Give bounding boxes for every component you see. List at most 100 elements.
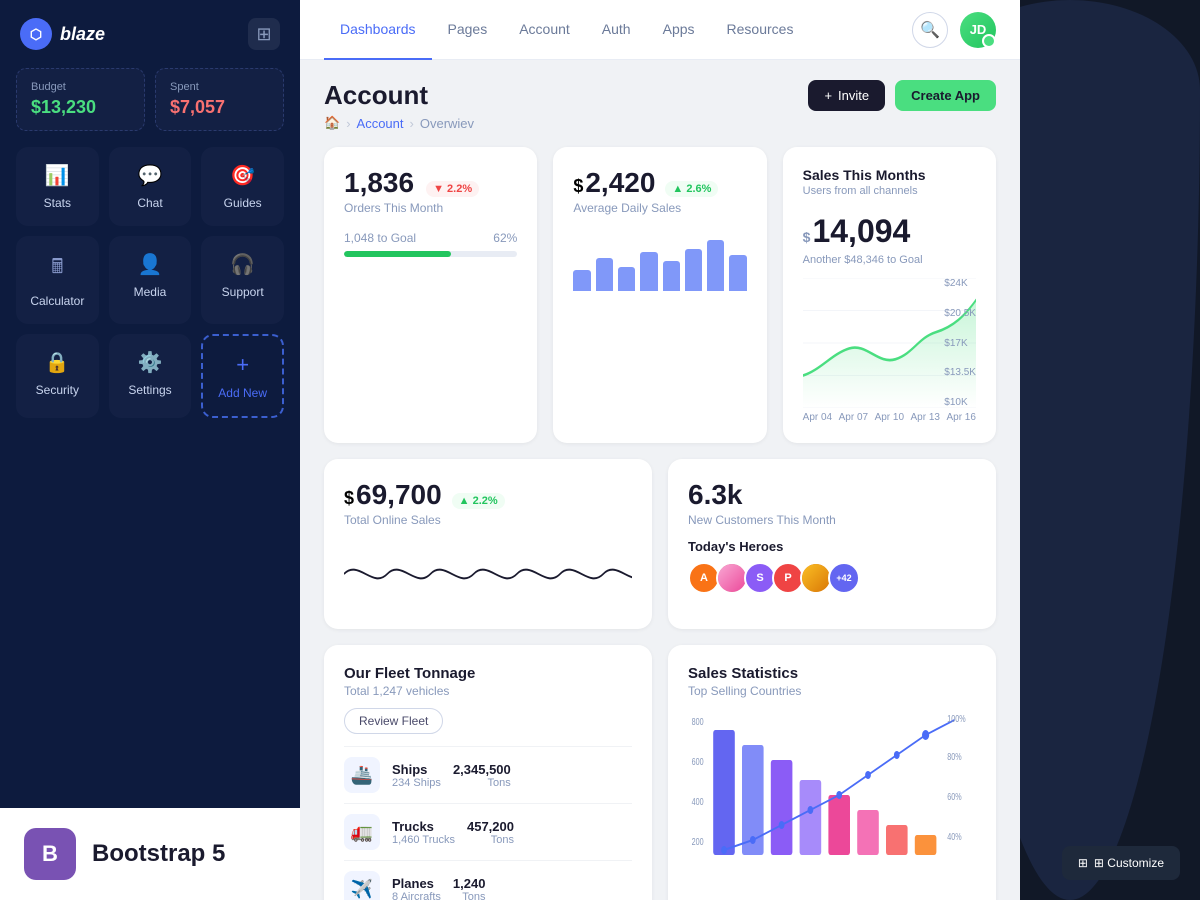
sidebar-item-label: Calculator	[30, 294, 84, 308]
breadcrumb-account[interactable]: Account	[357, 116, 404, 131]
page-actions: + Invite Create App	[808, 80, 996, 111]
hero-avatar-more: +42	[828, 562, 860, 594]
spent-label: Spent	[170, 81, 269, 93]
svg-text:200: 200	[692, 836, 704, 847]
customers-card: 6.3k New Customers This Month Today's He…	[668, 459, 996, 629]
sidebar-item-settings[interactable]: ⚙️ Settings	[109, 334, 192, 418]
user-avatar[interactable]: JD	[960, 12, 996, 48]
tab-pages[interactable]: Pages	[432, 0, 504, 60]
calculator-icon: 🖩	[51, 252, 63, 286]
bar-1	[573, 270, 590, 291]
trucks-icon: 🚛	[344, 814, 380, 850]
sales-stats-title: Sales Statistics	[688, 665, 976, 682]
panel-curve	[1020, 0, 1200, 900]
heroes-section: Today's Heroes A S P +42	[688, 539, 976, 594]
fleet-table: 🚢 Ships 234 Ships 2,345,500 Tons 🚛	[344, 746, 632, 900]
bar-8	[729, 255, 746, 291]
bar-7	[707, 240, 724, 291]
sidebar-item-label: Support	[222, 285, 264, 299]
sidebar-item-stats[interactable]: 📊 Stats	[16, 147, 99, 226]
orders-progress-bar	[344, 251, 517, 257]
sidebar-item-chat[interactable]: 💬 Chat	[109, 147, 192, 226]
sidebar-item-label: Chat	[137, 196, 162, 210]
invite-button[interactable]: + Invite	[808, 80, 885, 111]
tab-auth[interactable]: Auth	[586, 0, 647, 60]
tab-resources[interactable]: Resources	[711, 0, 810, 60]
fleet-title: Our Fleet Tonnage	[344, 665, 632, 682]
tab-dashboards[interactable]: Dashboards	[324, 0, 432, 60]
sales-stats-card: Sales Statistics Top Selling Countries 8…	[668, 645, 996, 900]
sales-month-value: 14,094	[812, 213, 910, 250]
sales-line-chart: $24K $20.5K $17K $13.5K $10K	[803, 278, 976, 408]
bar-6	[685, 249, 702, 291]
invite-label: Invite	[838, 88, 869, 103]
bar-5	[663, 261, 680, 291]
sidebar-item-media[interactable]: 👤 Media	[109, 236, 192, 324]
tab-account[interactable]: Account	[503, 0, 586, 60]
sales-stats-subtitle: Top Selling Countries	[688, 684, 976, 698]
fleet-name-trucks: Trucks 1,460 Trucks	[392, 819, 455, 846]
budget-card: Budget $13,230	[16, 68, 145, 131]
heroes-title: Today's Heroes	[688, 539, 976, 554]
page-content: Account 🏠 › Account › Overwiev + Invite …	[300, 60, 1020, 900]
planes-icon: ✈️	[344, 871, 380, 900]
search-button[interactable]: 🔍	[912, 12, 948, 48]
page-header-left: Account 🏠 › Account › Overwiev	[324, 80, 474, 131]
x-label-4: Apr 13	[911, 412, 940, 423]
svg-text:400: 400	[692, 796, 704, 807]
daily-sales-card: $ 2,420 ▲ 2.6% Average Daily Sales	[553, 147, 766, 443]
customers-value: 6.3k	[688, 479, 976, 511]
sidebar-item-guides[interactable]: 🎯 Guides	[201, 147, 284, 226]
bottom-row: Our Fleet Tonnage Total 1,247 vehicles R…	[324, 645, 996, 900]
bar-3	[618, 267, 635, 291]
sales-month-title: Sales This Months	[803, 167, 976, 183]
header-menu-icon[interactable]: ⊞	[248, 18, 280, 50]
total-sales-label: Total Online Sales	[344, 513, 632, 527]
sales-dollar: $	[803, 229, 811, 245]
breadcrumb: 🏠 › Account › Overwiev	[324, 115, 474, 131]
sales-month-sub: Users from all channels	[803, 185, 976, 197]
bar-2	[596, 258, 613, 291]
orders-label: Orders This Month	[344, 201, 517, 215]
fleet-row-ships: 🚢 Ships 234 Ships 2,345,500 Tons	[344, 746, 632, 803]
orders-card: 1,836 ▼ 2.2% Orders This Month 1,048 to …	[324, 147, 537, 443]
create-app-button[interactable]: Create App	[895, 80, 996, 111]
second-row: $ 69,700 ▲ 2.2% Total Online Sales 6.3k …	[324, 459, 996, 629]
sidebar-item-label: Add New	[218, 386, 267, 400]
guides-icon: 🎯	[230, 163, 255, 188]
orders-badge: ▼ 2.2%	[426, 181, 479, 197]
customize-button[interactable]: ⊞ ⊞ Customize	[1062, 846, 1180, 880]
fleet-row-planes: ✈️ Planes 8 Aircrafts 1,240 Tons	[344, 860, 632, 900]
fleet-value-trucks: 457,200 Tons	[467, 819, 514, 846]
page-header: Account 🏠 › Account › Overwiev + Invite …	[324, 80, 996, 131]
settings-icon: ⚙️	[138, 350, 163, 375]
svg-text:800: 800	[692, 716, 704, 727]
fleet-value-ships: 2,345,500 Tons	[453, 762, 511, 789]
x-label-1: Apr 04	[803, 412, 832, 423]
daily-sales-label: Average Daily Sales	[573, 201, 746, 215]
x-label-2: Apr 07	[839, 412, 868, 423]
spent-card: Spent $7,057	[155, 68, 284, 131]
sidebar-item-label: Settings	[128, 383, 171, 397]
daily-sales-badge: ▲ 2.6%	[665, 181, 718, 197]
sidebar-item-add-new[interactable]: + Add New	[201, 334, 284, 418]
sidebar-item-security[interactable]: 🔒 Security	[16, 334, 99, 418]
sales-stats-chart: 800 600 400 200	[688, 710, 976, 860]
budget-section: Budget $13,230 Spent $7,057	[0, 68, 300, 147]
support-icon: 🎧	[230, 252, 255, 277]
sidebar-item-support[interactable]: 🎧 Support	[201, 236, 284, 324]
fleet-name-ships: Ships 234 Ships	[392, 762, 441, 789]
sales-month-goal: Another $48,346 to Goal	[803, 254, 976, 266]
tab-apps[interactable]: Apps	[647, 0, 711, 60]
sidebar-header: ⬡ blaze ⊞	[0, 0, 300, 68]
x-label-5: Apr 16	[946, 412, 975, 423]
svg-text:40%: 40%	[947, 831, 962, 842]
customize-label: ⊞ Customize	[1094, 856, 1164, 870]
total-sales-dollar: $	[344, 488, 354, 509]
fleet-subtitle: Total 1,247 vehicles	[344, 684, 632, 698]
sidebar-item-calculator[interactable]: 🖩 Calculator	[16, 236, 99, 324]
fleet-row-trucks: 🚛 Trucks 1,460 Trucks 457,200 Tons	[344, 803, 632, 860]
orders-progress-label: 1,048 to Goal 62%	[344, 231, 517, 245]
review-fleet-button[interactable]: Review Fleet	[344, 708, 443, 734]
budget-value: $13,230	[31, 97, 130, 118]
